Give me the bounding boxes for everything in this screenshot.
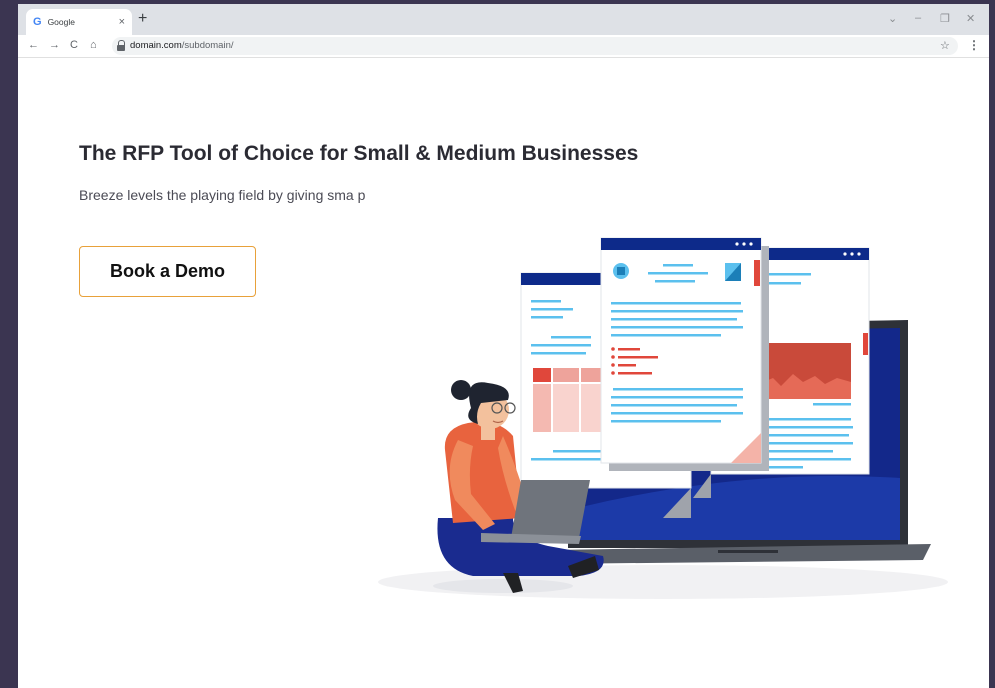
- forward-button[interactable]: →: [49, 38, 60, 52]
- address-bar[interactable]: domain.com/subdomain/: [112, 37, 958, 55]
- tab-title: Google: [47, 17, 75, 27]
- url-host: domain.com: [130, 40, 182, 51]
- table-cell: [533, 368, 551, 382]
- subtext-container: Breeze levels the playing field by givin…: [79, 184, 366, 236]
- lock-icon-body: [117, 45, 125, 51]
- hero-illustration: [378, 237, 948, 599]
- document-center-scroll: [754, 260, 760, 286]
- url-text[interactable]: domain.com/subdomain/: [130, 40, 234, 51]
- page-headline: The RFP Tool of Choice for Small & Mediu…: [79, 142, 639, 165]
- tab-search-icon[interactable]: ⌄: [888, 12, 897, 25]
- close-window-button[interactable]: ✕: [966, 12, 975, 25]
- laptop-notch: [718, 550, 778, 553]
- tab-bar: G Google × + ⌄ – ❐ ✕: [18, 4, 989, 35]
- restore-button[interactable]: ❐: [940, 12, 950, 25]
- page-content: The RFP Tool of Choice for Small & Mediu…: [18, 58, 989, 688]
- minimize-button[interactable]: –: [915, 12, 921, 24]
- back-button[interactable]: ←: [28, 38, 39, 52]
- browser-menu-icon[interactable]: ⋮: [968, 38, 980, 52]
- page-subtext: Breeze levels the playing field by givin…: [79, 187, 366, 203]
- person-hair-bun: [451, 380, 471, 400]
- home-button[interactable]: ⌂: [90, 38, 97, 52]
- url-path: /subdomain/: [181, 40, 234, 51]
- reload-button[interactable]: C: [70, 38, 78, 52]
- google-favicon-icon: G: [33, 16, 42, 28]
- document-right-scroll: [863, 333, 868, 355]
- small-laptop: [511, 480, 590, 538]
- bookmark-star-icon[interactable]: ☆: [940, 39, 950, 52]
- browser-toolbar: ← → C ⌂ domain.com/subdomain/ ☆ ⋮: [18, 35, 989, 58]
- tab-close-icon[interactable]: ×: [119, 16, 125, 28]
- book-demo-button[interactable]: Book a Demo: [79, 246, 256, 297]
- browser-window: G Google × + ⌄ – ❐ ✕ ← → C ⌂ domain.com/…: [18, 4, 989, 688]
- browser-tab[interactable]: G Google ×: [26, 9, 132, 35]
- new-tab-button[interactable]: +: [138, 11, 147, 27]
